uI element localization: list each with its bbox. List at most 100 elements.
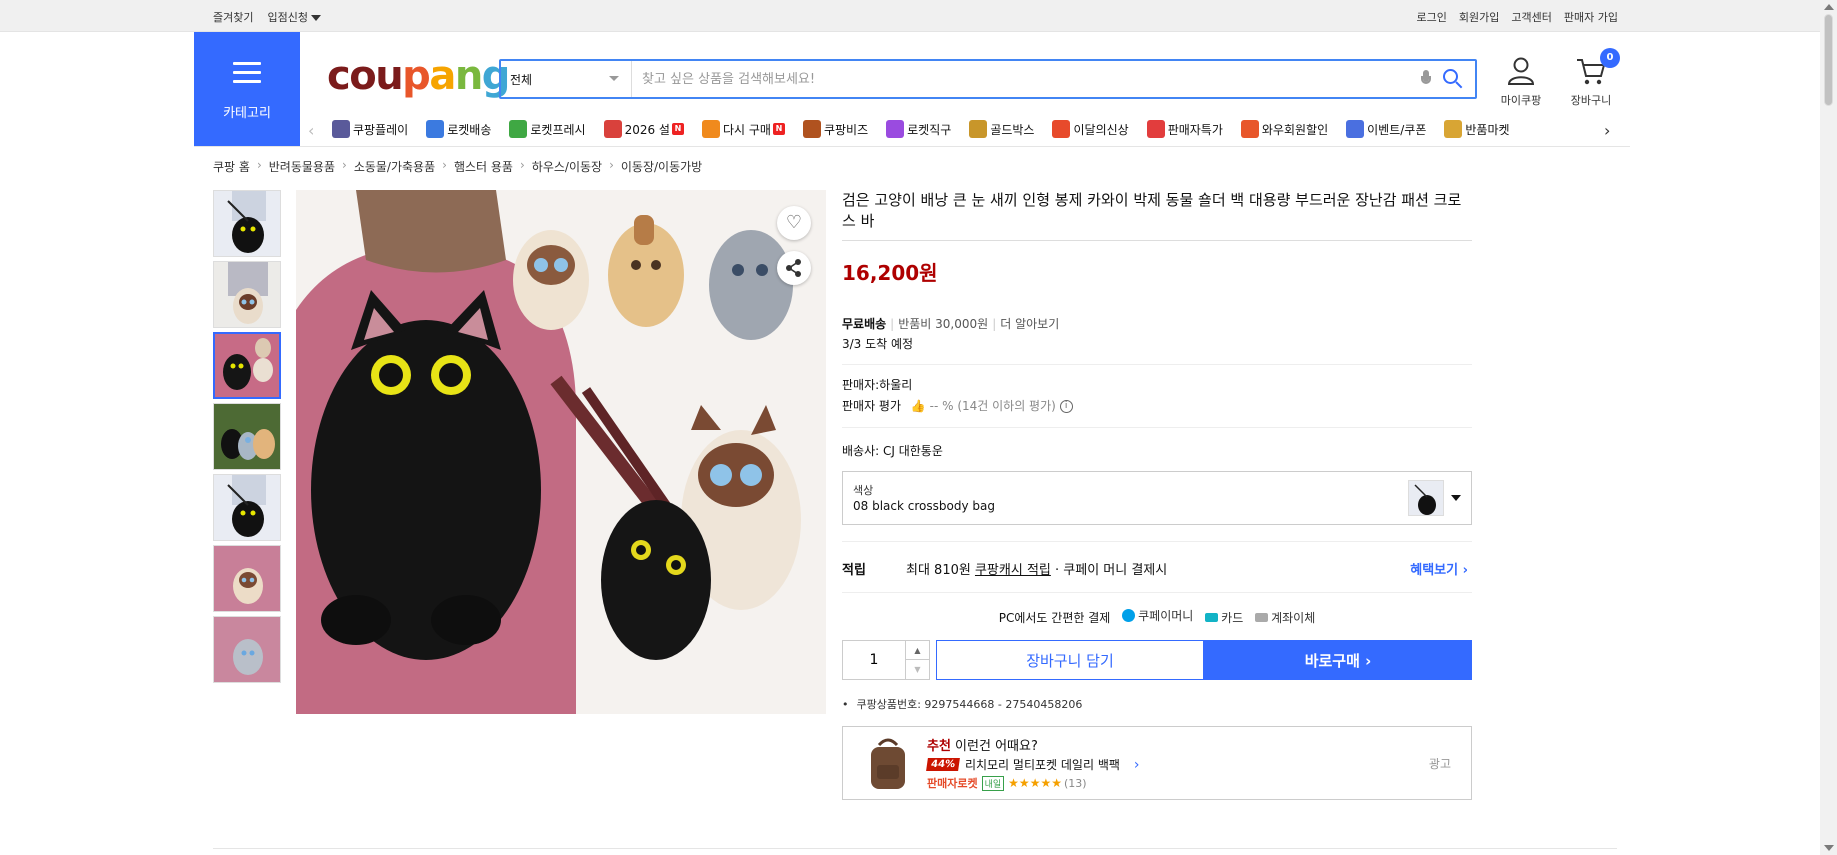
- chevron-right-icon: ›: [519, 158, 525, 172]
- breadcrumb-item[interactable]: 반려동물용품: [269, 158, 335, 175]
- recommend-title: 이런건 어때요?: [950, 739, 1038, 754]
- nav-item[interactable]: 골드박스: [969, 120, 1034, 138]
- signup-link[interactable]: 회원가입: [1459, 9, 1499, 25]
- scrollbar-thumb[interactable]: [1824, 14, 1833, 106]
- scroll-down-icon[interactable]: [1824, 845, 1834, 851]
- logo-part: p: [402, 53, 431, 99]
- nav-item[interactable]: 로켓배송: [426, 120, 491, 138]
- nav-item[interactable]: 이벤트/쿠폰: [1346, 120, 1426, 138]
- product-thumbnail[interactable]: [213, 474, 281, 541]
- breadcrumb-item[interactable]: 햄스터 용품: [454, 158, 513, 175]
- add-to-cart-button[interactable]: 장바구니 담기: [936, 640, 1204, 680]
- nav-item-label: 와우회원할인: [1261, 122, 1329, 137]
- nav-item[interactable]: 2026 설N: [603, 120, 684, 138]
- nav-item[interactable]: 반품마켓: [1444, 120, 1510, 138]
- nav-item-label: 이벤트/쿠폰: [1367, 122, 1427, 137]
- review-count: (13): [1063, 776, 1087, 790]
- breadcrumb-item[interactable]: 소동물/가축용품: [354, 158, 435, 175]
- cart-button[interactable]: 장바구니 0: [1560, 48, 1622, 108]
- nav-item-label: 골드박스: [990, 122, 1035, 137]
- option-value: 08 black crossbody bag: [853, 499, 995, 513]
- purchase-row: ▲ ▼ 장바구니 담기 바로구매 ›: [842, 640, 1472, 680]
- scroll-up-icon[interactable]: [1824, 4, 1834, 10]
- info-icon[interactable]: i: [1059, 400, 1073, 413]
- product-thumbnail[interactable]: [213, 261, 281, 328]
- seller-signup-link[interactable]: 판매자 가입: [1564, 9, 1618, 25]
- new-badge: N: [772, 123, 785, 135]
- my-coupang-button[interactable]: 마이쿠팡: [1490, 56, 1552, 108]
- rewards-max: 최대 810원: [906, 563, 971, 578]
- search-category-select[interactable]: 전체: [501, 61, 632, 97]
- logo-part: n: [454, 53, 483, 99]
- nav-item[interactable]: 로켓프레시: [509, 120, 586, 138]
- page-scrollbar[interactable]: [1820, 0, 1837, 855]
- view-benefits-link[interactable]: 혜택보기 ›: [1410, 559, 1468, 578]
- logo-part: a: [429, 53, 456, 99]
- product-info-panel: 검은 고양이 배낭 큰 눈 새끼 인형 봉제 카와이 박제 동물 숄더 백 대용…: [842, 190, 1472, 800]
- percent-icon: [1146, 120, 1165, 138]
- nav-item[interactable]: 쿠팡플레이: [332, 120, 408, 138]
- nav-item[interactable]: 로켓직구: [886, 120, 951, 138]
- new-badge: N: [671, 123, 684, 135]
- product-thumbnail[interactable]: [213, 190, 281, 257]
- rewards-label: 적립: [842, 563, 866, 578]
- search-category-value: 전체: [510, 73, 533, 87]
- shortcut-nav: ‹ 쿠팡플레이 로켓배송 로켓프레시 2026 설 N 다시 구매 N 쿠팡비즈 로켓직구 골드박…: [306, 116, 1616, 146]
- nav-item[interactable]: 판매자특가: [1146, 120, 1223, 138]
- breadcrumb-item[interactable]: 쿠팡 홈: [213, 158, 250, 175]
- product-main-image[interactable]: [296, 190, 826, 714]
- bank-transfer-icon: [1255, 613, 1269, 622]
- seller-apply-label: 입점신청: [267, 11, 308, 24]
- category-menu-button[interactable]: 카테고리: [194, 32, 300, 146]
- share-icon[interactable]: [777, 251, 811, 285]
- chevron-right-icon: ›: [609, 158, 614, 172]
- seller-apply-link[interactable]: 입점신청: [267, 9, 321, 25]
- product-thumbnail[interactable]: [213, 616, 281, 683]
- nav-item-label: 쿠팡플레이: [353, 122, 409, 137]
- fresh-rocket-icon: [509, 120, 528, 138]
- login-link[interactable]: 로그인: [1417, 9, 1447, 25]
- coupon-icon: [1346, 120, 1365, 138]
- product-thumbnail-selected[interactable]: [213, 332, 281, 399]
- customer-center-link[interactable]: 고객센터: [1511, 9, 1551, 25]
- breadcrumb-item[interactable]: 하우스/이동장: [532, 158, 602, 175]
- seller-rating-label: 판매자 평가: [842, 399, 902, 413]
- recommend-prefix: 추천: [927, 739, 951, 754]
- nav-item[interactable]: 와우회원할인: [1240, 120, 1329, 138]
- recommended-product-image: [865, 737, 911, 791]
- seller-rocket-badge: 판매자로켓: [927, 777, 978, 790]
- learn-more-link[interactable]: 더 알아보기: [1000, 317, 1059, 331]
- quantity-stepper: ▲ ▼: [842, 640, 930, 680]
- buy-now-button[interactable]: 바로구매 ›: [1204, 640, 1472, 680]
- cash-rewards: 적립 최대 810원 쿠팡캐시 적립 · 쿠페이 머니 결제시 혜택보기 ›: [842, 541, 1472, 593]
- coupang-cash-link[interactable]: 쿠팡캐시 적립: [975, 563, 1051, 578]
- cart-count-badge: 0: [1600, 48, 1620, 68]
- color-option-select[interactable]: 색상 08 black crossbody bag: [842, 471, 1472, 525]
- biz-icon: [802, 120, 821, 138]
- nav-item[interactable]: 이달의신상: [1052, 120, 1129, 138]
- product-thumbnail[interactable]: [213, 403, 281, 470]
- nav-item-label: 2026 설: [624, 122, 670, 137]
- microphone-icon[interactable]: [1421, 70, 1431, 88]
- chevron-right-icon[interactable]: ›: [1604, 121, 1610, 140]
- nav-item[interactable]: 쿠팡비즈: [802, 120, 868, 138]
- quantity-input[interactable]: [843, 641, 905, 679]
- nav-item[interactable]: 다시 구매 N: [701, 120, 785, 138]
- search-input[interactable]: [642, 67, 1392, 91]
- divider: [213, 848, 1617, 849]
- rebuy-icon: [701, 120, 720, 138]
- heart-icon[interactable]: ♡: [777, 206, 811, 240]
- top-utility-bar: 즐겨찾기 입점신청 로그인 회원가입 고객센터 판매자 가입: [0, 0, 1820, 32]
- product-thumbnail[interactable]: [213, 545, 281, 612]
- recommendation-ad[interactable]: 추천 이런건 어때요? 44% 리치모리 멀티포켓 데일리 백팩 › 판매자로켓…: [842, 726, 1472, 800]
- quantity-decrease-button[interactable]: ▼: [905, 660, 929, 679]
- seller-rating-value: -- % (14건 이하의 평가): [929, 399, 1056, 413]
- chevron-left-icon[interactable]: ‹: [308, 121, 314, 140]
- nav-item-label: 로켓프레시: [530, 122, 586, 137]
- search-icon[interactable]: [1443, 69, 1463, 89]
- logo-part: cou: [327, 53, 404, 99]
- coupang-logo[interactable]: coupang: [327, 53, 510, 99]
- quantity-increase-button[interactable]: ▲: [905, 641, 929, 660]
- favorites-link[interactable]: 즐겨찾기: [213, 9, 253, 25]
- breadcrumb-item[interactable]: 이동장/이동가방: [621, 158, 702, 175]
